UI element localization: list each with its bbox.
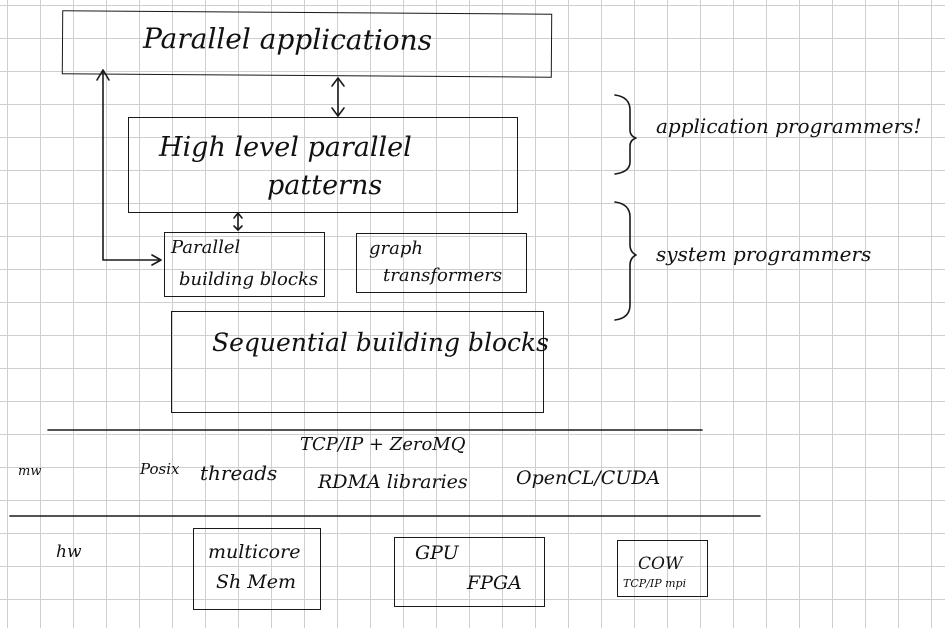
graph-transformers-line2: transformers bbox=[383, 265, 503, 286]
graph-transformers-box: graph transformers bbox=[356, 233, 527, 293]
posix-label: Posix bbox=[140, 460, 180, 478]
brace-system-programmers bbox=[614, 201, 637, 321]
gpu-fpga-box: GPU FPGA bbox=[394, 537, 545, 607]
brace-application-programmers bbox=[614, 94, 637, 175]
rdma-libraries-label: RDMA libraries bbox=[318, 471, 468, 493]
parallel-building-blocks-box: Parallel building blocks bbox=[164, 232, 325, 297]
opencl-cuda-label: OpenCL/CUDA bbox=[516, 467, 661, 489]
high-level-patterns-line1: High level parallel bbox=[159, 132, 412, 163]
hardware-label: hw bbox=[56, 542, 82, 562]
double-arrow-apps-patterns bbox=[331, 77, 345, 117]
application-programmers-note: application programmers! bbox=[656, 114, 922, 138]
multicore-line2: Sh Mem bbox=[216, 571, 297, 593]
cow-box: COW TCP/IP mpi bbox=[617, 540, 708, 597]
graph-transformers-line1: graph bbox=[369, 238, 423, 259]
parallel-building-blocks-line1: Parallel bbox=[171, 237, 241, 258]
fpga-label: FPGA bbox=[467, 572, 522, 594]
gpu-label: GPU bbox=[415, 542, 459, 564]
tcp-zeromq-label: TCP/IP + ZeroMQ bbox=[300, 434, 466, 455]
cow-label: COW bbox=[638, 554, 683, 574]
double-arrow-patterns-blocks bbox=[233, 212, 243, 231]
system-programmers-note: system programmers bbox=[656, 242, 872, 266]
parallel-applications-label: Parallel applications bbox=[142, 21, 433, 57]
threads-label: threads bbox=[200, 461, 278, 485]
high-level-patterns-box: High level parallel patterns bbox=[128, 117, 518, 213]
cow-sublabel: TCP/IP mpi bbox=[623, 577, 687, 590]
parallel-applications-box: Parallel applications bbox=[61, 10, 553, 78]
sequential-building-blocks-box: Sequential building blocks bbox=[171, 311, 549, 413]
middleware-label: mw bbox=[18, 464, 42, 479]
multicore-line1: multicore bbox=[208, 541, 301, 563]
multicore-box: multicore Sh Mem bbox=[193, 528, 321, 610]
high-level-patterns-line2: patterns bbox=[267, 170, 383, 201]
sequential-building-blocks-label: Sequential building blocks bbox=[212, 328, 549, 357]
parallel-building-blocks-line2: building blocks bbox=[179, 269, 319, 290]
